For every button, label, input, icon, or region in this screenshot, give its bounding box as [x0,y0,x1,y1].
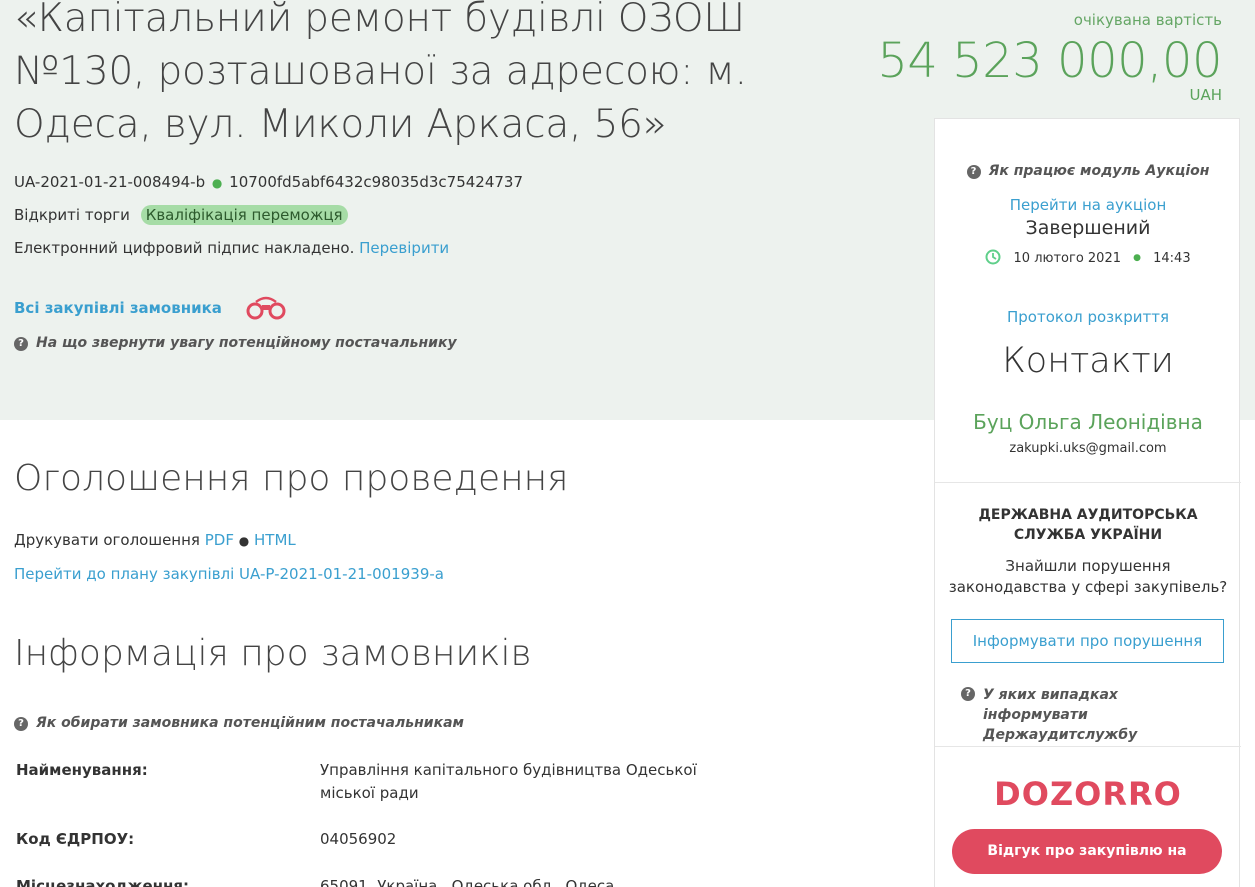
dozorro-review-button[interactable]: Відгук про закупівлю на Дозорро [952,829,1222,874]
question-icon: ? [961,687,975,701]
question-icon: ? [14,717,28,731]
plan-line: Перейти до плану закупівлі UA-P-2021-01-… [14,565,444,583]
audit-question: Знайшли порушення законодавства у сфері … [948,557,1228,596]
contact-name: Буц Ольга Леонідівна [973,410,1203,434]
protocol-link[interactable]: Протокол розкриття [1007,308,1169,326]
auction-date: 10 лютого 2021 [1013,251,1121,266]
procedure-type: Відкриті торги [14,206,130,224]
supplier-hint[interactable]: На що звернути увагу потенційному постач… [36,335,457,351]
all-purchases-link[interactable]: Всі закупівлі замовника [14,299,222,317]
auction-status: Завершений [1025,217,1151,239]
customer-name-label: Найменування: [16,761,148,779]
customer-title: Інформація про замовників [14,633,532,674]
binoculars-icon[interactable] [242,295,290,321]
print-line: Друкувати оголошення PDF ● HTML [14,531,296,549]
question-icon: ? [966,165,981,179]
audit-title: ДЕРЖАВНА АУДИТОРСЬКА СЛУЖБА УКРАЇНИ [978,507,1198,543]
auction-time: 14:43 [1153,251,1191,266]
protocol-line: Протокол розкриття [935,308,1241,326]
auction-link-line: Перейти на аукціон [935,196,1241,214]
edrpou-label: Код ЄДРПОУ: [16,830,135,848]
procurement-plan-link[interactable]: Перейти до плану закупівлі UA-P-2021-01-… [14,565,444,583]
clock-icon [985,249,1001,269]
customer-name-value: Управління капітального будівництва Одес… [320,761,697,802]
divider [935,746,1241,747]
audit-hint[interactable]: У яких випадках інформувати Держаудитслу… [983,685,1208,745]
edrpou-value: 04056902 [320,830,397,848]
verify-signature-link[interactable]: Перевірити [359,239,449,257]
customer-hint[interactable]: Як обирати замовника потенційним постача… [36,715,464,731]
price-label: очікувана вартість [1073,11,1222,29]
tender-title: «Капітальний ремонт будівлі ОЗОШ №130, р… [14,0,747,147]
contacts-title: Контакти [1002,341,1174,381]
question-icon: ? [14,337,28,351]
print-html-link[interactable]: HTML [254,531,296,549]
sidebar-panel: ? Як працює модуль Аукціон Перейти на аук… [934,118,1241,887]
dot-icon: ● [1133,253,1141,263]
tender-id-line: UA-2021-01-21-008494-b ● 10700fd5abf6432… [14,173,523,191]
auction-hint[interactable]: Як працює модуль Аукціон [989,163,1210,179]
procedure-line: Відкриті торги Кваліфікація переможця [14,205,348,225]
audit-hint-line[interactable]: ? У яких випадках інформувати Держаудитсл… [961,685,1221,745]
print-label: Друкувати оголошення [14,531,200,549]
dot-icon: ● [238,534,250,548]
contact-email[interactable]: zakupki.uks@gmail.com [935,441,1241,456]
report-violation-button[interactable]: Інформувати про порушення [951,619,1224,663]
go-to-auction-link[interactable]: Перейти на аукціон [1010,196,1167,214]
location-value: 65091, Україна , Одеська обл., Одеса [320,877,615,887]
dozorro-logo[interactable]: DOZORRO [935,775,1241,813]
auction-hint-line[interactable]: ? Як працює модуль Аукціон [935,163,1241,179]
dot-icon: ● [211,176,223,190]
announcement-title: Оголошення про проведення [14,458,569,499]
status-badge: Кваліфікація переможця [140,205,348,225]
price-currency: UAH [1189,86,1222,104]
tender-hash: 10700fd5abf6432c98035d3c75424737 [229,173,524,191]
auction-datetime: 10 лютого 2021 ● 14:43 [935,249,1241,269]
location-label: Місцезнаходження: [16,877,190,887]
customer-hint-line[interactable]: ? Як обирати замовника потенційним постач… [14,713,464,731]
price-amount: 54 523 000,00 [877,33,1222,89]
tender-id: UA-2021-01-21-008494-b [14,173,206,191]
divider [935,482,1241,483]
signature-text: Електронний цифровий підпис накладено. [14,239,355,257]
print-pdf-link[interactable]: PDF [205,531,234,549]
all-purchases-line: Всі закупівлі замовника [14,295,290,321]
supplier-hint-line[interactable]: ? На що звернути увагу потенційному поста… [14,333,457,351]
signature-line: Електронний цифровий підпис накладено. П… [14,239,449,257]
